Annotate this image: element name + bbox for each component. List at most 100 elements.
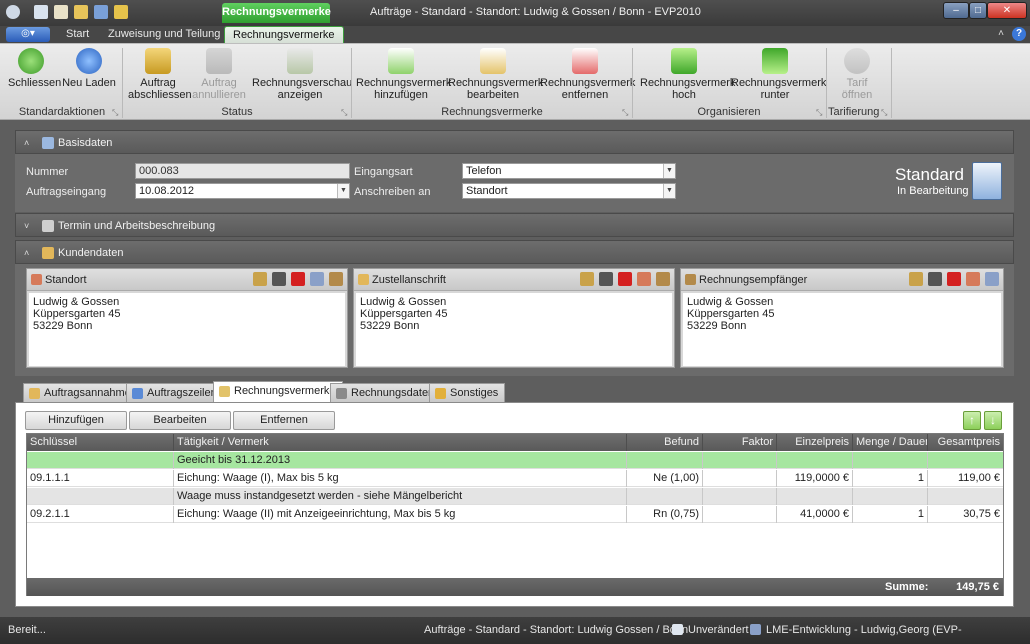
rv-hinzufuegen-button[interactable]: Rechnungsvermerk hinzufügen xyxy=(356,46,452,101)
close-button[interactable]: ✕ xyxy=(987,2,1027,19)
rv-entfernen-button[interactable]: Rechnungsvermerk entfernen xyxy=(540,46,635,101)
section-termin[interactable]: ˅ Termin und Arbeitsbeschreibung xyxy=(15,213,1014,237)
col-schluessel[interactable]: Schlüssel xyxy=(27,434,174,451)
dialog-launcher-icon[interactable]: ⤡ xyxy=(622,108,628,118)
ribbon-minimize-icon[interactable]: ˄ xyxy=(998,28,1004,39)
address-line: Küppersgarten 45 xyxy=(33,308,121,320)
dialog-launcher-icon[interactable]: ⤡ xyxy=(112,108,118,118)
entfernen-label-2: entfernen xyxy=(561,89,609,101)
col-taetigkeit[interactable]: Tätigkeit / Vermerk xyxy=(174,434,627,451)
contact-icon[interactable] xyxy=(329,272,343,286)
tab-rechnungsvermerke[interactable]: Rechnungsvermerke xyxy=(224,26,344,43)
section-basisdaten[interactable]: ˄ Basisdaten xyxy=(15,130,1014,154)
dialog-launcher-icon[interactable]: ⤡ xyxy=(341,108,347,118)
move-up-button[interactable]: ↑ xyxy=(963,411,981,430)
search-icon[interactable] xyxy=(252,272,267,286)
tab-start[interactable]: Start xyxy=(58,26,97,43)
table-row[interactable]: Waage muss instandgesetzt werden - siehe… xyxy=(27,488,1003,505)
auftrag-annullieren-button[interactable]: Auftrag annullieren xyxy=(190,46,248,101)
cell-einzelpreis xyxy=(777,488,853,505)
cell-key xyxy=(27,452,174,469)
eingangsart-select[interactable]: Telefon ▼ xyxy=(462,163,676,179)
tab-auftragszeilen[interactable]: Auftragszeilen xyxy=(126,383,224,402)
schliessen-button[interactable]: Schliessen xyxy=(8,46,61,89)
address-line: Ludwig & Gossen xyxy=(360,296,447,308)
eingangsart-value: Telefon xyxy=(466,165,502,177)
section-kundendaten[interactable]: ˄ Kundendaten xyxy=(15,240,1014,264)
tab-rechnungsvermerke-bottom[interactable]: Rechnungsvermerke xyxy=(213,381,343,402)
chevron-down-icon[interactable]: ▼ xyxy=(663,164,675,178)
standort-title: Standort xyxy=(45,274,87,286)
tab-sonstiges[interactable]: Sonstiges xyxy=(429,383,506,402)
tarif-oeffnen-button[interactable]: Tarif öffnen xyxy=(832,46,882,101)
hinzufuegen-label-1: Rechnungsvermerk xyxy=(356,77,452,89)
rv-runter-button[interactable]: Rechnungsvermerk runter xyxy=(731,46,826,101)
binoculars-icon[interactable] xyxy=(598,272,613,286)
user-icon[interactable] xyxy=(309,272,324,286)
binoculars-icon[interactable] xyxy=(271,272,286,286)
save-icon[interactable] xyxy=(34,5,48,19)
neu-laden-label: Neu Laden xyxy=(62,77,116,89)
cell-gesamt: 119,00 € xyxy=(957,472,1000,484)
cell-key: 09.2.1.1 xyxy=(27,506,174,523)
bearbeiten-button[interactable]: Bearbeiten xyxy=(129,411,231,430)
folder-icon[interactable] xyxy=(74,5,88,19)
neu-laden-button[interactable]: Neu Laden xyxy=(62,46,116,89)
anschreiben-select[interactable]: Standort ▼ xyxy=(462,183,676,199)
move-down-button[interactable]: ↓ xyxy=(984,411,1002,430)
summe-label: Summe: xyxy=(885,581,929,593)
tab-zuweisung[interactable]: Zuweisung und Teilung xyxy=(100,26,228,43)
binoculars-icon[interactable] xyxy=(927,272,942,286)
col-gesamtpreis[interactable]: Gesamtpreis xyxy=(928,434,1003,451)
print-icon[interactable] xyxy=(54,5,68,19)
search-icon[interactable] xyxy=(579,272,594,286)
delete-icon[interactable] xyxy=(946,272,961,286)
table-row[interactable]: Geeicht bis 31.12.2013 xyxy=(27,452,1003,469)
table-row[interactable]: 09.2.1.1 Eichung: Waage (II) mit Anzeige… xyxy=(27,506,1003,523)
address-line: 53229 Bonn xyxy=(360,320,420,332)
col-faktor[interactable]: Faktor xyxy=(703,434,777,451)
annahme-icon xyxy=(29,388,40,399)
user-icon[interactable] xyxy=(985,272,999,286)
tab-auftragsannahme[interactable]: Auftragsannahme xyxy=(23,383,138,402)
hinzufuegen-button[interactable]: Hinzufügen xyxy=(25,411,127,430)
help-icon[interactable]: ? xyxy=(1012,27,1026,41)
search-icon[interactable] xyxy=(908,272,923,286)
rv-bearbeiten-button[interactable]: Rechnungsvermerk bearbeiten xyxy=(448,46,543,101)
status-subtitle: In Bearbeitung xyxy=(897,185,969,197)
dialog-launcher-icon[interactable]: ⤡ xyxy=(881,108,887,118)
table-row[interactable]: 09.1.1.1 Eichung: Waage (I), Max bis 5 k… xyxy=(27,470,1003,487)
contact-icon[interactable] xyxy=(656,272,670,286)
rechnungsvorschau-button[interactable]: Rechnungsverschau anzeigen xyxy=(252,46,353,101)
col-einzelpreis[interactable]: Einzelpreis xyxy=(777,434,853,451)
tab-rechnungsdaten[interactable]: Rechnungsdaten xyxy=(330,383,442,402)
dialog-launcher-icon[interactable]: ⤡ xyxy=(816,108,822,118)
zustellanschrift-header: Zustellanschrift xyxy=(354,269,674,291)
application-menu-button[interactable]: ◎▾ xyxy=(6,27,50,42)
form-icon xyxy=(42,137,54,149)
delete-icon[interactable] xyxy=(617,272,632,286)
col-menge[interactable]: Menge / Dauer xyxy=(853,434,928,451)
rv-hoch-button[interactable]: Rechnungsvermerk hoch xyxy=(640,46,735,101)
maximize-button[interactable]: □ xyxy=(969,2,987,19)
tools-icon[interactable] xyxy=(114,5,128,19)
users-icon[interactable] xyxy=(94,5,108,19)
arrow-down-icon xyxy=(762,48,788,74)
location-icon[interactable] xyxy=(965,272,980,286)
auftragseingang-field[interactable]: 10.08.2012 ▼ xyxy=(135,183,350,199)
minimize-button[interactable]: – xyxy=(943,2,969,19)
chevron-down-icon[interactable]: ▼ xyxy=(663,184,675,198)
auftrag-abschliessen-button[interactable]: Auftrag abschliessen xyxy=(128,46,192,101)
vorschau-label-1: Rechnungsverschau xyxy=(252,77,353,89)
location-icon[interactable] xyxy=(636,272,651,286)
delete-icon[interactable] xyxy=(290,272,305,286)
col-befund[interactable]: Befund xyxy=(627,434,703,451)
entfernen-button[interactable]: Entfernen xyxy=(233,411,335,430)
cell-gesamt xyxy=(928,488,1003,505)
chevron-down-icon[interactable]: ▼ xyxy=(337,184,349,198)
lock-icon xyxy=(145,48,171,74)
edit-document-icon xyxy=(480,48,506,74)
zustellanschrift-tools xyxy=(578,272,670,288)
status-context: Aufträge - Standard - Standort: Ludwig G… xyxy=(424,624,689,636)
section-basisdaten-title: Basisdaten xyxy=(58,137,113,149)
